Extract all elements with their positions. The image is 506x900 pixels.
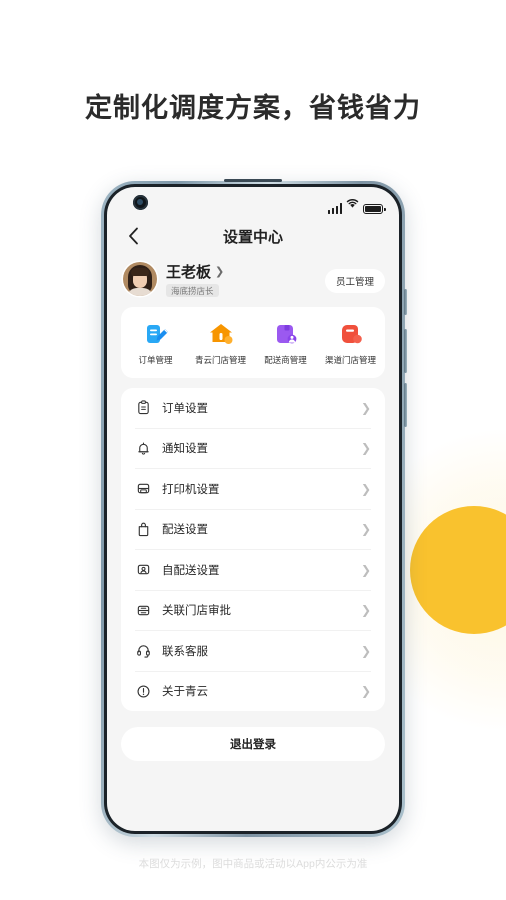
phone-mockup: 设置中心 王老板 ❯ 海底捞店长 员工管理 订单管理 青云门店管理 配送商管理 … <box>101 179 407 837</box>
staff-management-button[interactable]: 员工管理 <box>324 269 385 294</box>
page-headline: 定制化调度方案，省钱省力 <box>85 93 421 123</box>
info-circle-icon <box>135 683 151 699</box>
chevron-right-icon: ❯ <box>215 266 225 278</box>
nav-bar: 设置中心 <box>107 217 399 255</box>
list-item-delivery-settings[interactable]: 配送设置 ❯ <box>135 510 371 551</box>
list-item-label: 配送设置 <box>162 524 208 537</box>
chevron-right-icon: ❯ <box>360 481 371 496</box>
order-document-icon <box>143 321 169 347</box>
list-item-label: 关于青云 <box>162 686 208 699</box>
chevron-right-icon: ❯ <box>360 603 371 618</box>
chevron-right-icon: ❯ <box>360 400 371 415</box>
list-item-self-delivery-settings[interactable]: 自配送设置 ❯ <box>135 550 371 591</box>
store-house-icon <box>208 321 234 347</box>
headset-icon <box>135 643 151 659</box>
list-item-label: 订单设置 <box>162 402 208 415</box>
chevron-right-icon: ❯ <box>360 441 371 456</box>
profile-section: 王老板 ❯ 海底捞店长 员工管理 <box>107 255 399 307</box>
signal-bars-icon <box>327 203 342 214</box>
list-item-label: 打印机设置 <box>162 483 220 496</box>
shopping-bag-icon <box>135 521 151 537</box>
quick-action-label: 订单管理 <box>138 355 173 366</box>
punch-hole-camera-icon <box>133 195 148 210</box>
delivery-provider-icon <box>273 321 299 347</box>
status-icons <box>327 196 386 214</box>
disclaimer-footnote: 本图仅为示例，图中商品或活动以App内公示为准 <box>138 858 368 870</box>
quick-action-label: 配送商管理 <box>264 355 307 366</box>
list-item-label: 关联门店审批 <box>162 605 231 618</box>
quick-action-label: 青云门店管理 <box>194 355 246 366</box>
side-button-mute[interactable] <box>404 289 407 315</box>
chevron-right-icon: ❯ <box>360 522 371 537</box>
phone-bezel: 设置中心 王老板 ❯ 海底捞店长 员工管理 订单管理 青云门店管理 配送商管理 … <box>104 184 402 834</box>
avatar[interactable] <box>123 262 157 297</box>
list-item-store-approval[interactable]: 关联门店审批 ❯ <box>135 591 371 632</box>
chevron-right-icon: ❯ <box>360 684 371 699</box>
profile-text: 王老板 ❯ 海底捞店长 <box>166 261 224 298</box>
quick-actions-card: 订单管理 青云门店管理 配送商管理 渠道门店管理 <box>121 307 385 379</box>
chevron-right-icon: ❯ <box>360 562 371 577</box>
printer-icon <box>135 481 151 497</box>
wifi-icon <box>346 196 359 214</box>
channel-store-icon <box>338 321 364 347</box>
yellow-circle-decoration <box>410 506 506 634</box>
quick-action-label: 渠道门店管理 <box>324 355 376 366</box>
bell-icon <box>135 440 151 456</box>
quick-action-channel-store-management[interactable]: 渠道门店管理 <box>318 321 383 366</box>
list-item-printer-settings[interactable]: 打印机设置 ❯ <box>135 469 371 510</box>
quick-actions-row: 订单管理 青云门店管理 配送商管理 渠道门店管理 <box>121 307 385 378</box>
side-button-volume-down[interactable] <box>404 383 407 427</box>
list-item-notification-settings[interactable]: 通知设置 ❯ <box>135 429 371 470</box>
earpiece-speaker <box>224 179 282 182</box>
list-item-contact-support[interactable]: 联系客服 ❯ <box>135 631 371 672</box>
profile-name-row[interactable]: 王老板 ❯ <box>166 261 224 282</box>
chevron-left-icon <box>128 227 138 245</box>
list-item-order-settings[interactable]: 订单设置 ❯ <box>135 388 371 429</box>
side-button-volume-up[interactable] <box>404 329 407 373</box>
quick-action-order-management[interactable]: 订单管理 <box>123 321 188 366</box>
list-item-about[interactable]: 关于青云 ❯ <box>135 672 371 712</box>
list-item-label: 自配送设置 <box>162 564 220 577</box>
quick-action-delivery-provider-management[interactable]: 配送商管理 <box>253 321 318 366</box>
store-approval-icon <box>135 602 151 618</box>
back-button[interactable] <box>121 224 145 248</box>
phone-screen: 设置中心 王老板 ❯ 海底捞店长 员工管理 订单管理 青云门店管理 配送商管理 … <box>107 187 399 831</box>
clipboard-icon <box>135 400 151 416</box>
self-delivery-icon <box>135 562 151 578</box>
list-item-label: 联系客服 <box>162 645 208 658</box>
quick-action-qingyun-store-management[interactable]: 青云门店管理 <box>188 321 253 366</box>
logout-button[interactable]: 退出登录 <box>121 727 385 762</box>
role-badge: 海底捞店长 <box>166 284 219 298</box>
page-title: 设置中心 <box>222 228 283 246</box>
chevron-right-icon: ❯ <box>360 643 371 658</box>
status-bar <box>107 187 399 217</box>
list-item-label: 通知设置 <box>162 443 208 456</box>
profile-name: 王老板 <box>166 264 212 281</box>
battery-full-icon <box>363 204 386 214</box>
settings-list-card: 订单设置 ❯ 通知设置 ❯ 打印机设置 ❯ 配送设置 ❯ 自配送设置 ❯ 关联门… <box>121 388 385 712</box>
